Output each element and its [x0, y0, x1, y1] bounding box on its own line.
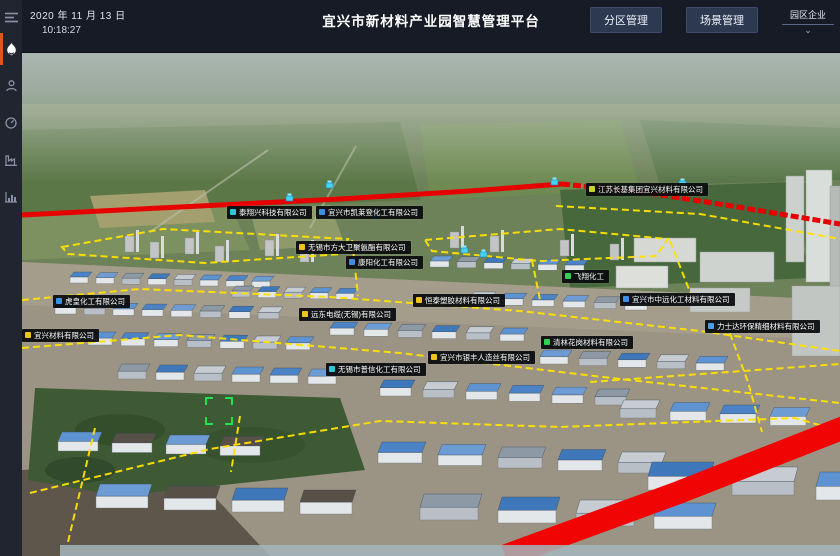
map-company-label[interactable]: 宜兴市银丰人造丝有限公司: [428, 351, 535, 364]
sidebar-item-factory[interactable]: [0, 147, 22, 173]
map-company-label[interactable]: 飞翔化工: [562, 270, 609, 283]
map-company-label[interactable]: 无锡市方大卫聚氨酯有限公司: [296, 241, 411, 254]
map-company-label[interactable]: 宜兴材料有限公司: [22, 329, 99, 342]
company-marker-icon: [349, 259, 355, 265]
map-company-label[interactable]: 无锡市普信化工有限公司: [326, 363, 426, 376]
company-label-layer: 泰翔兴科技有限公司 宜兴市凯莱登化工有限公司无锡市方大卫聚氨酯有限公司康阳化工有限…: [22, 52, 840, 556]
fire-icon: [6, 43, 17, 56]
company-label-text: 无锡市方大卫聚氨酯有限公司: [308, 244, 406, 252]
company-label-text: 宜兴市凯莱登化工有限公司: [328, 209, 418, 217]
scene-manage-button[interactable]: 场景管理: [686, 7, 758, 33]
company-label-text: 宜兴市银丰人造丝有限公司: [440, 354, 530, 362]
map-company-label[interactable]: 泰翔兴科技有限公司: [227, 206, 312, 219]
company-marker-icon: [319, 209, 325, 215]
company-marker-icon: [565, 273, 571, 279]
company-label-text: 无锡市普信化工有限公司: [338, 366, 421, 374]
chart-icon: [5, 192, 17, 203]
map-company-label[interactable]: 江苏长基集团宜兴材料有限公司: [586, 183, 708, 196]
menu-button[interactable]: [0, 4, 22, 30]
company-label-text: 恒泰塑胶材料有限公司: [425, 297, 500, 305]
gauge-icon: [5, 117, 17, 129]
company-label-text: 宜兴市中远化工材料有限公司: [632, 296, 730, 304]
map-company-label[interactable]: 宜兴市凯莱登化工有限公司: [316, 206, 423, 219]
user-icon: [6, 80, 17, 92]
company-marker-icon: [623, 296, 629, 302]
company-marker-icon: [544, 339, 550, 345]
map-company-label[interactable]: 力士达环保精细材料有限公司: [705, 320, 820, 333]
park-enterprise-dropdown[interactable]: 园区企业 ⌄: [782, 7, 834, 35]
company-marker-icon: [329, 366, 335, 372]
company-marker-icon: [302, 311, 308, 317]
map-3d-viewport[interactable]: 泰翔兴科技有限公司 宜兴市凯莱登化工有限公司无锡市方大卫聚氨酯有限公司康阳化工有限…: [22, 52, 840, 556]
factory-icon: [5, 155, 17, 166]
company-label-text: 虎皇化工有限公司: [65, 298, 125, 306]
top-bar: 2020 年 11 月 13 日 10:18:27 宜兴市新材料产业园智慧管理平…: [22, 0, 840, 53]
map-company-label[interactable]: 宜兴市中远化工材料有限公司: [620, 293, 735, 306]
company-marker-icon: [416, 297, 422, 303]
company-label-text: 远东电缆(无锡)有限公司: [311, 311, 391, 319]
company-label-text: 泰翔兴科技有限公司: [239, 209, 307, 217]
company-marker-icon: [708, 323, 714, 329]
sidebar-item-user[interactable]: [0, 73, 22, 99]
company-label-text: 康阳化工有限公司: [358, 259, 418, 267]
active-indicator: [0, 33, 3, 65]
map-company-label[interactable]: 虎皇化工有限公司: [53, 295, 130, 308]
company-marker-icon: [589, 186, 595, 192]
company-label-text: 飞翔化工: [574, 273, 604, 281]
company-marker-icon: [25, 332, 31, 338]
sidebar: [0, 0, 22, 556]
chevron-down-icon: ⌄: [782, 26, 834, 35]
map-company-label[interactable]: 清林花岗材料有限公司: [541, 336, 633, 349]
sidebar-item-chart[interactable]: [0, 184, 22, 210]
company-marker-icon: [230, 209, 236, 215]
company-label-text: 江苏长基集团宜兴材料有限公司: [598, 186, 703, 194]
map-company-label[interactable]: 康阳化工有限公司: [346, 256, 423, 269]
company-label-text: 宜兴材料有限公司: [34, 332, 94, 340]
map-company-label[interactable]: 远东电缆(无锡)有限公司: [299, 308, 396, 321]
dropdown-label: 园区企业: [782, 7, 834, 25]
company-marker-icon: [56, 298, 62, 304]
company-marker-icon: [299, 244, 305, 250]
map-company-label[interactable]: 恒泰塑胶材料有限公司: [413, 294, 505, 307]
sidebar-item-fire[interactable]: [0, 36, 22, 62]
app-root: { "header": { "date": "2020 年 11 月 13 日"…: [0, 0, 840, 556]
zone-manage-button[interactable]: 分区管理: [590, 7, 662, 33]
company-label-text: 清林花岗材料有限公司: [553, 339, 628, 347]
sidebar-item-gauge[interactable]: [0, 110, 22, 136]
company-label-text: 力士达环保精细材料有限公司: [717, 323, 815, 331]
company-marker-icon: [431, 354, 437, 360]
